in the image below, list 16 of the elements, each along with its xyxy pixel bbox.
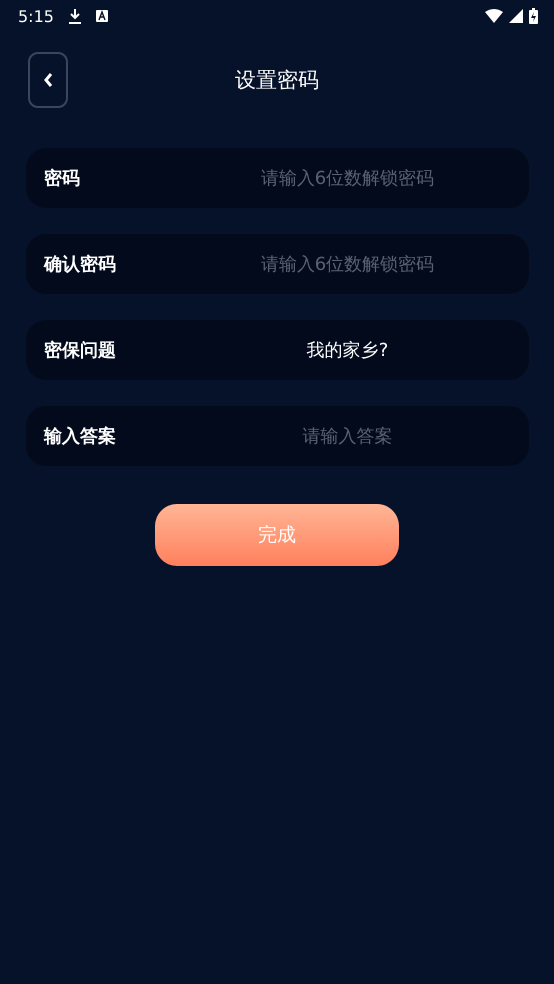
wifi-icon: [485, 9, 503, 23]
field-label: 输入答案: [44, 425, 117, 448]
field-label: 确认密码: [44, 253, 117, 276]
input-field[interactable]: 请输入6位数解锁密码: [174, 254, 521, 274]
status-time: 5:15: [18, 6, 54, 26]
page-title: 设置密码: [235, 67, 319, 94]
input-field[interactable]: 请输入6位数解锁密码: [174, 168, 521, 188]
field-label: 密码: [44, 167, 81, 190]
signal-icon: [509, 9, 523, 23]
back-button[interactable]: [28, 52, 68, 108]
battery-icon: [529, 8, 538, 24]
field-label: 密保问题: [44, 339, 117, 362]
input-field[interactable]: 我的家乡?: [174, 340, 521, 360]
chevron-left-icon: [43, 72, 53, 88]
input-field[interactable]: 请输入答案: [174, 426, 521, 446]
download-icon: [68, 8, 82, 24]
